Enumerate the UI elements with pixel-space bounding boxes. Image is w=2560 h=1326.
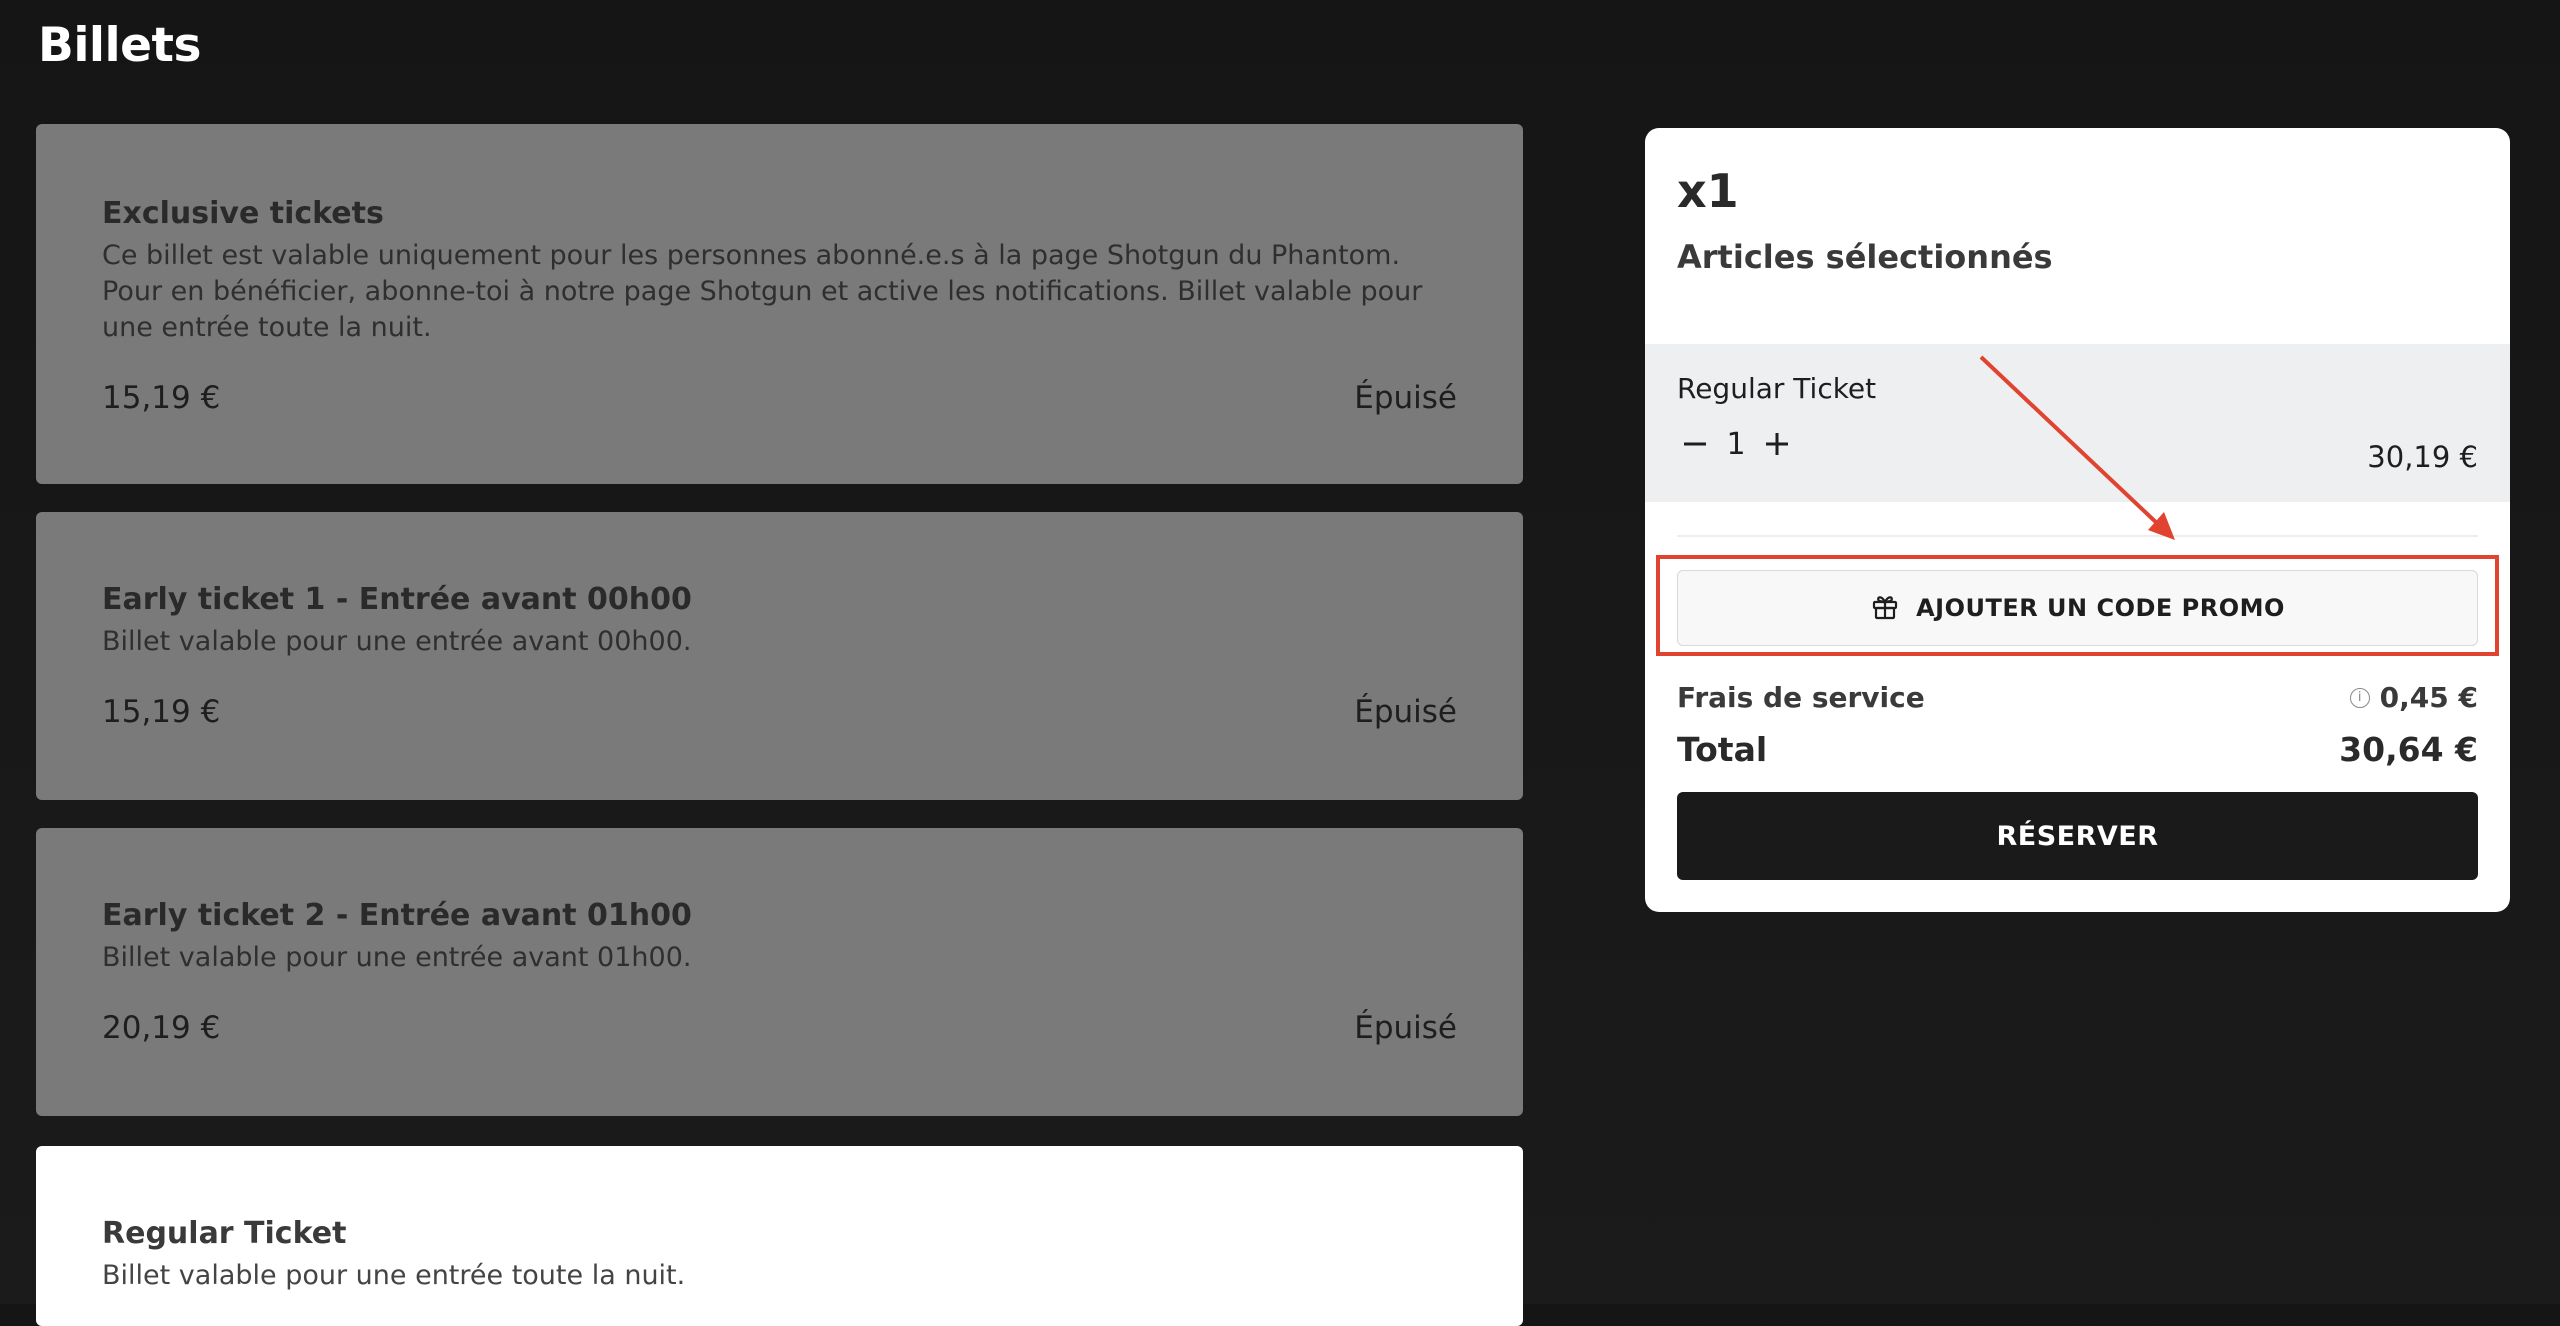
ticket-price: 15,19 € — [102, 694, 221, 730]
reserve-button[interactable]: RÉSERVER — [1677, 792, 2478, 880]
cart-summary: x1 Articles sélectionnés Regular Ticket … — [1645, 128, 2510, 912]
ticket-status: Épuisé — [1354, 1010, 1457, 1046]
ticket-description: Billet valable pour une entrée avant 00h… — [102, 626, 692, 657]
cart-item-price: 30,19 € — [2367, 440, 2478, 474]
ticket-price: 20,19 € — [102, 1010, 221, 1046]
item-count: x1 — [1677, 164, 1739, 218]
ticket-status: Épuisé — [1354, 694, 1457, 730]
ticket-card: Early ticket 1 - Entrée avant 00h00 Bill… — [36, 512, 1523, 800]
ticket-price: 15,19 € — [102, 380, 221, 416]
total-row: Total 30,64 € — [1677, 730, 2478, 769]
ticket-card: Exclusive tickets Ce billet est valable … — [36, 124, 1523, 484]
minus-icon[interactable] — [1677, 426, 1713, 462]
divider — [1677, 535, 2478, 537]
summary-subtitle: Articles sélectionnés — [1677, 238, 2053, 276]
quantity-value: 1 — [1726, 426, 1746, 462]
ticket-status: Épuisé — [1354, 380, 1457, 416]
total-value: 30,64 € — [2339, 730, 2478, 769]
ticket-card-regular[interactable]: Regular Ticket Billet valable pour une e… — [36, 1146, 1523, 1326]
ticket-card: Early ticket 2 - Entrée avant 01h00 Bill… — [36, 828, 1523, 1116]
ticket-description: Billet valable pour une entrée avant 01h… — [102, 942, 692, 973]
service-fee-row: Frais de service i 0,45 € — [1677, 681, 2478, 714]
ticket-title: Regular Ticket — [102, 1216, 347, 1251]
quantity-stepper: 1 — [1677, 426, 1795, 462]
ticket-title: Early ticket 2 - Entrée avant 01h00 — [102, 898, 692, 933]
ticket-description: Ce billet est valable uniquement pour le… — [102, 240, 1423, 343]
service-fee-value: 0,45 € — [2379, 681, 2478, 714]
service-fee-amount: i 0,45 € — [2349, 681, 2478, 714]
ticket-title: Early ticket 1 - Entrée avant 00h00 — [102, 582, 692, 617]
cart-item-name: Regular Ticket — [1677, 372, 1877, 405]
ticket-title: Exclusive tickets — [102, 196, 384, 231]
service-fee-label: Frais de service — [1677, 681, 1925, 714]
ticket-description: Billet valable pour une entrée toute la … — [102, 1260, 686, 1291]
page-title: Billets — [38, 18, 201, 73]
plus-icon[interactable] — [1759, 426, 1795, 462]
info-icon[interactable]: i — [2349, 687, 2370, 708]
total-label: Total — [1677, 730, 1768, 769]
cart-item: Regular Ticket 1 30,19 € — [1645, 344, 2510, 502]
annotation-highlight-box — [1656, 555, 2499, 656]
